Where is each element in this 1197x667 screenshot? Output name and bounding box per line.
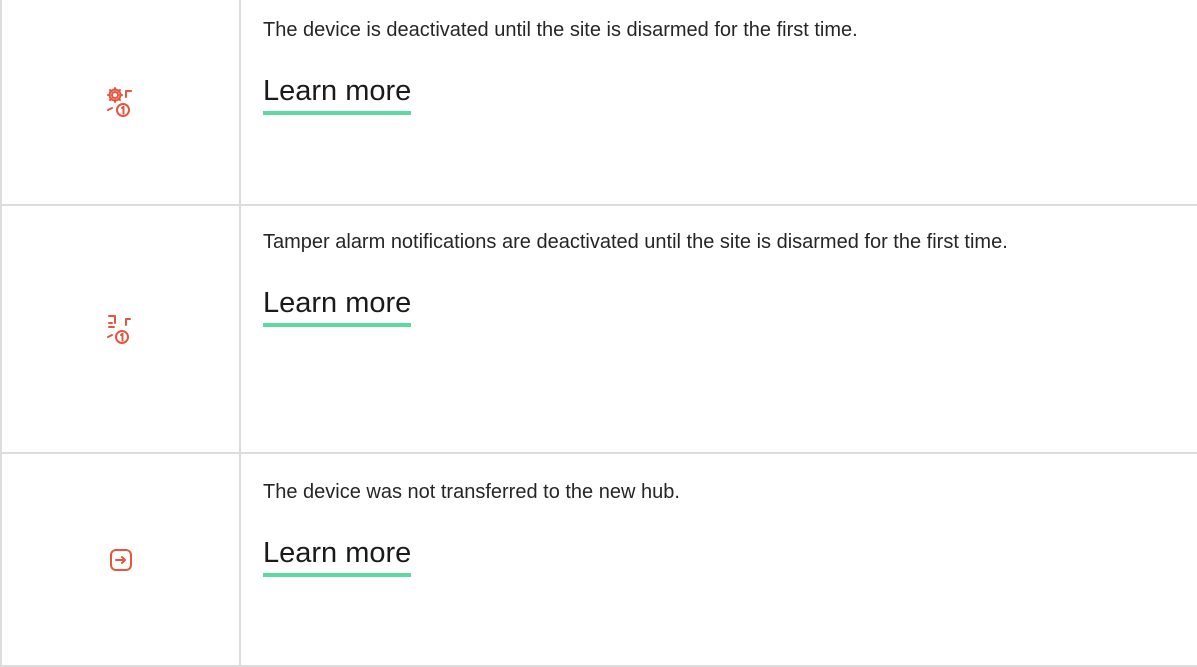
row-description: The device was not transferred to the ne…: [263, 481, 680, 503]
description-cell: The device was not transferred to the ne…: [239, 452, 1197, 667]
icon-cell: [0, 204, 241, 454]
description-cell: The device is deactivated until the site…: [239, 0, 1197, 206]
learn-more-link[interactable]: Learn more: [263, 533, 412, 577]
gear-arrow-one-icon: [104, 85, 138, 119]
learn-more-link[interactable]: Learn more: [263, 283, 412, 327]
learn-more-link[interactable]: Learn more: [263, 71, 412, 115]
icon-cell: [0, 452, 241, 667]
description-cell: Tamper alarm notifications are deactivat…: [239, 204, 1197, 454]
row-description: Tamper alarm notifications are deactivat…: [263, 231, 1008, 253]
tamper-arrow-one-icon: [104, 312, 138, 346]
row-description: The device is deactivated until the site…: [263, 19, 858, 41]
transfer-arrow-box-icon: [108, 547, 134, 573]
device-status-table: The device is deactivated until the site…: [0, 0, 1197, 667]
icon-cell: [0, 0, 241, 206]
table-row: The device is deactivated until the site…: [0, 0, 1197, 206]
table-row: The device was not transferred to the ne…: [0, 452, 1197, 667]
table-row: Tamper alarm notifications are deactivat…: [0, 204, 1197, 454]
